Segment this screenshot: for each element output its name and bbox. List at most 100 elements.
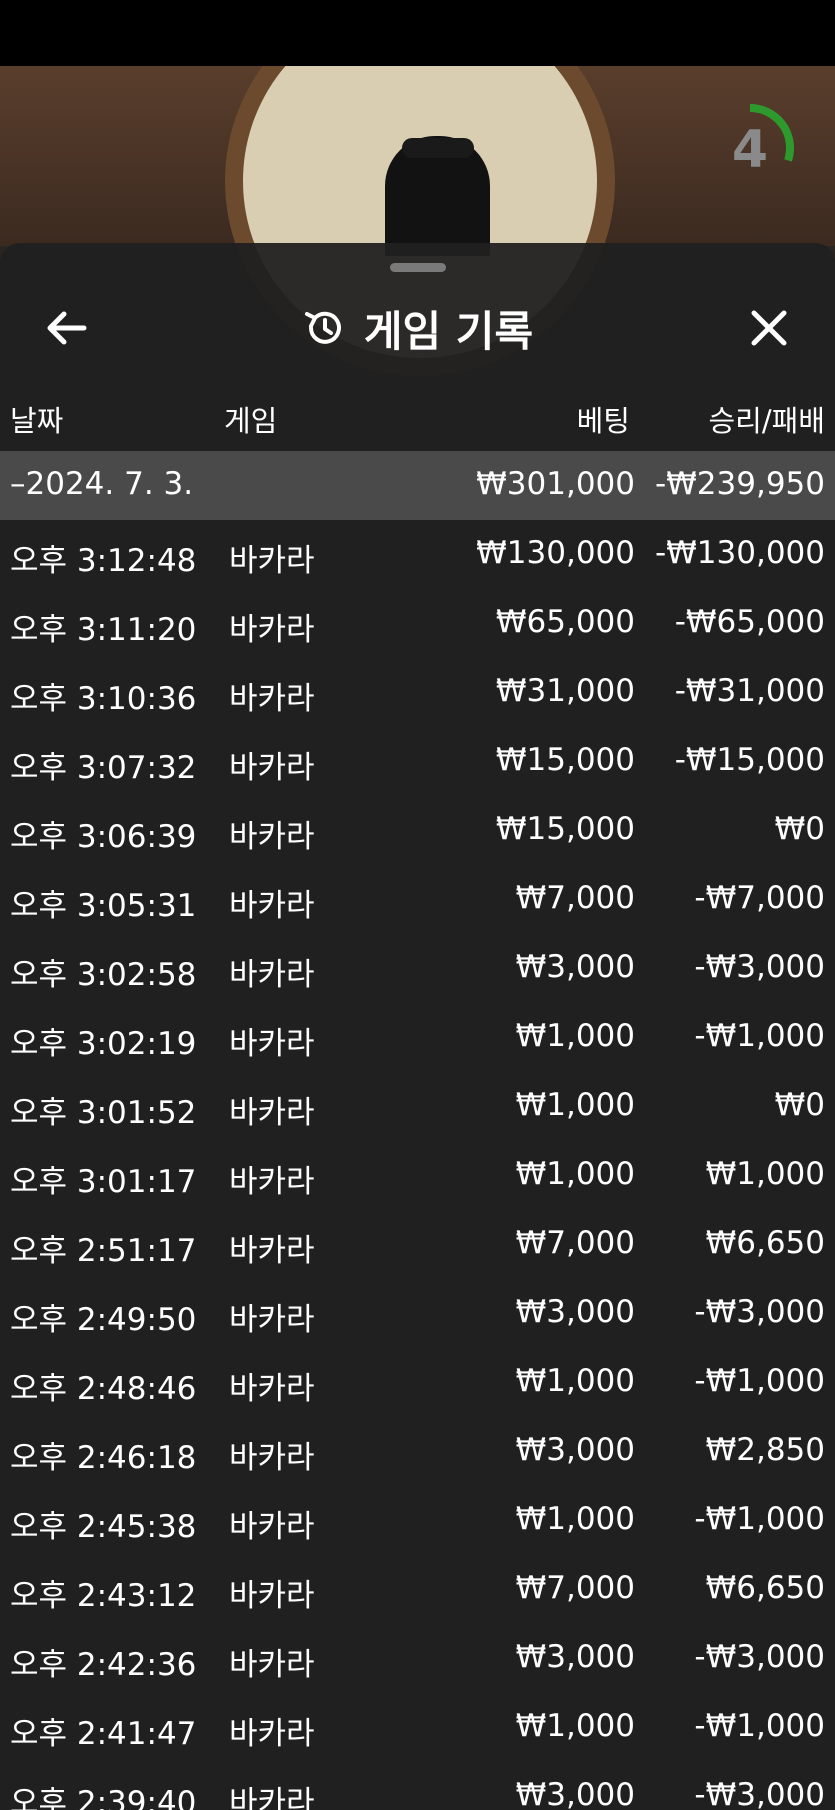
table-row[interactable]: 오후 3:01:17 바카라 ₩1,000 ₩1,000 [0, 1141, 835, 1210]
table-row[interactable]: 오후 2:39:40 바카라 ₩3,000 -₩3,000 [0, 1762, 835, 1810]
row-result: ₩0 [774, 1087, 825, 1123]
table-header: 날짜 게임 베팅 승리/패배 [0, 388, 835, 448]
row-game: 바카라 [229, 612, 315, 648]
row-bet: ₩1,000 [515, 1363, 635, 1399]
row-result: -₩1,000 [694, 1501, 825, 1537]
row-result: -₩15,000 [674, 742, 825, 778]
countdown-timer-value: 4 [731, 120, 769, 180]
table-row[interactable]: 오후 3:02:58 바카라 ₩3,000 -₩3,000 [0, 934, 835, 1003]
summary-date: –2024. 7. 3. [10, 466, 194, 502]
row-game: 바카라 [229, 750, 315, 786]
row-bet: ₩65,000 [495, 604, 635, 640]
row-result: ₩6,650 [705, 1225, 825, 1261]
row-bet: ₩1,000 [515, 1501, 635, 1537]
row-result: -₩3,000 [694, 1294, 825, 1330]
table-row[interactable]: 오후 3:05:31 바카라 ₩7,000 -₩7,000 [0, 865, 835, 934]
row-bet: ₩3,000 [515, 1639, 635, 1675]
row-game: 바카라 [229, 681, 315, 717]
row-time: 오후 2:51:17 [10, 1233, 197, 1269]
table-row[interactable]: 오후 3:07:32 바카라 ₩15,000 -₩15,000 [0, 727, 835, 796]
row-bet: ₩1,000 [515, 1087, 635, 1123]
column-header-game: 게임 [224, 404, 278, 438]
row-time: 오후 3:02:58 [10, 957, 197, 993]
row-time: 오후 2:43:12 [10, 1578, 197, 1614]
row-game: 바카라 [229, 1647, 315, 1683]
row-game: 바카라 [229, 1371, 315, 1407]
summary-bet: ₩301,000 [476, 466, 635, 502]
table-row[interactable]: 오후 2:42:36 바카라 ₩3,000 -₩3,000 [0, 1624, 835, 1693]
row-game: 바카라 [229, 819, 315, 855]
row-time: 오후 2:46:18 [10, 1440, 197, 1476]
table-row[interactable]: 오후 3:12:48 바카라 ₩130,000 -₩130,000 [0, 520, 835, 589]
row-result: -₩130,000 [654, 535, 825, 571]
table-row[interactable]: 오후 2:41:47 바카라 ₩1,000 -₩1,000 [0, 1693, 835, 1762]
row-result: ₩6,650 [705, 1570, 825, 1606]
table-row[interactable]: 오후 3:11:20 바카라 ₩65,000 -₩65,000 [0, 589, 835, 658]
row-time: 오후 2:42:36 [10, 1647, 197, 1683]
drag-handle[interactable] [390, 263, 446, 272]
table-row[interactable]: 오후 2:51:17 바카라 ₩7,000 ₩6,650 [0, 1210, 835, 1279]
row-game: 바카라 [229, 543, 315, 579]
row-time: 오후 3:06:39 [10, 819, 197, 855]
summary-result: -₩239,950 [654, 466, 825, 502]
row-game: 바카라 [229, 1233, 315, 1269]
column-header-result: 승리/패배 [708, 404, 826, 438]
row-result: -₩31,000 [674, 673, 825, 709]
game-history-panel: 게임 기록 날짜 게임 베팅 승리/패배 –2024. 7. 3. ₩301,0… [0, 243, 835, 1810]
row-result: -₩3,000 [694, 949, 825, 985]
row-time: 오후 3:01:52 [10, 1095, 197, 1131]
table-row[interactable]: 오후 2:48:46 바카라 ₩1,000 -₩1,000 [0, 1348, 835, 1417]
row-result: -₩3,000 [694, 1639, 825, 1675]
row-game: 바카라 [229, 957, 315, 993]
row-time: 오후 3:01:17 [10, 1164, 197, 1200]
row-game: 바카라 [229, 1578, 315, 1614]
close-icon [751, 310, 787, 346]
table-row[interactable]: 오후 3:06:39 바카라 ₩15,000 ₩0 [0, 796, 835, 865]
row-result: -₩3,000 [694, 1777, 825, 1810]
arrow-left-icon [47, 311, 87, 345]
row-bet: ₩3,000 [515, 949, 635, 985]
row-game: 바카라 [229, 1302, 315, 1338]
close-button[interactable] [742, 301, 796, 355]
row-result: -₩1,000 [694, 1708, 825, 1744]
row-time: 오후 2:49:50 [10, 1302, 197, 1338]
table-row[interactable]: 오후 2:43:12 바카라 ₩7,000 ₩6,650 [0, 1555, 835, 1624]
table-row[interactable]: 오후 2:45:38 바카라 ₩1,000 -₩1,000 [0, 1486, 835, 1555]
row-bet: ₩7,000 [515, 1570, 635, 1606]
title-group: 게임 기록 [0, 283, 835, 373]
history-table: –2024. 7. 3. ₩301,000 -₩239,950 오후 3:12:… [0, 451, 835, 1810]
row-bet: ₩1,000 [515, 1018, 635, 1054]
row-bet: ₩1,000 [515, 1708, 635, 1744]
row-game: 바카라 [229, 1095, 315, 1131]
table-row[interactable]: 오후 2:46:18 바카라 ₩3,000 ₩2,850 [0, 1417, 835, 1486]
row-bet: ₩15,000 [495, 742, 635, 778]
row-game: 바카라 [229, 1716, 315, 1752]
row-result: -₩65,000 [674, 604, 825, 640]
row-time: 오후 3:05:31 [10, 888, 197, 924]
back-button[interactable] [40, 301, 94, 355]
row-time: 오후 2:39:40 [10, 1785, 197, 1810]
row-game: 바카라 [229, 1440, 315, 1476]
table-row[interactable]: 오후 3:02:19 바카라 ₩1,000 -₩1,000 [0, 1003, 835, 1072]
row-time: 오후 3:02:19 [10, 1026, 197, 1062]
row-bet: ₩31,000 [495, 673, 635, 709]
row-bet: ₩7,000 [515, 880, 635, 916]
panel-title: 게임 기록 [363, 306, 534, 356]
row-game: 바카라 [229, 1509, 315, 1545]
row-time: 오후 3:07:32 [10, 750, 197, 786]
row-bet: ₩3,000 [515, 1777, 635, 1810]
row-result: -₩1,000 [694, 1363, 825, 1399]
row-game: 바카라 [229, 1026, 315, 1062]
row-result: -₩1,000 [694, 1018, 825, 1054]
table-row[interactable]: 오후 2:49:50 바카라 ₩3,000 -₩3,000 [0, 1279, 835, 1348]
table-row[interactable]: 오후 3:01:52 바카라 ₩1,000 ₩0 [0, 1072, 835, 1141]
date-summary-row[interactable]: –2024. 7. 3. ₩301,000 -₩239,950 [0, 451, 835, 520]
column-header-bet: 베팅 [576, 404, 630, 438]
row-result: ₩2,850 [705, 1432, 825, 1468]
status-bar [0, 0, 835, 66]
row-game: 바카라 [229, 1785, 315, 1810]
row-bet: ₩130,000 [476, 535, 635, 571]
row-game: 바카라 [229, 1164, 315, 1200]
row-result: ₩1,000 [705, 1156, 825, 1192]
table-row[interactable]: 오후 3:10:36 바카라 ₩31,000 -₩31,000 [0, 658, 835, 727]
